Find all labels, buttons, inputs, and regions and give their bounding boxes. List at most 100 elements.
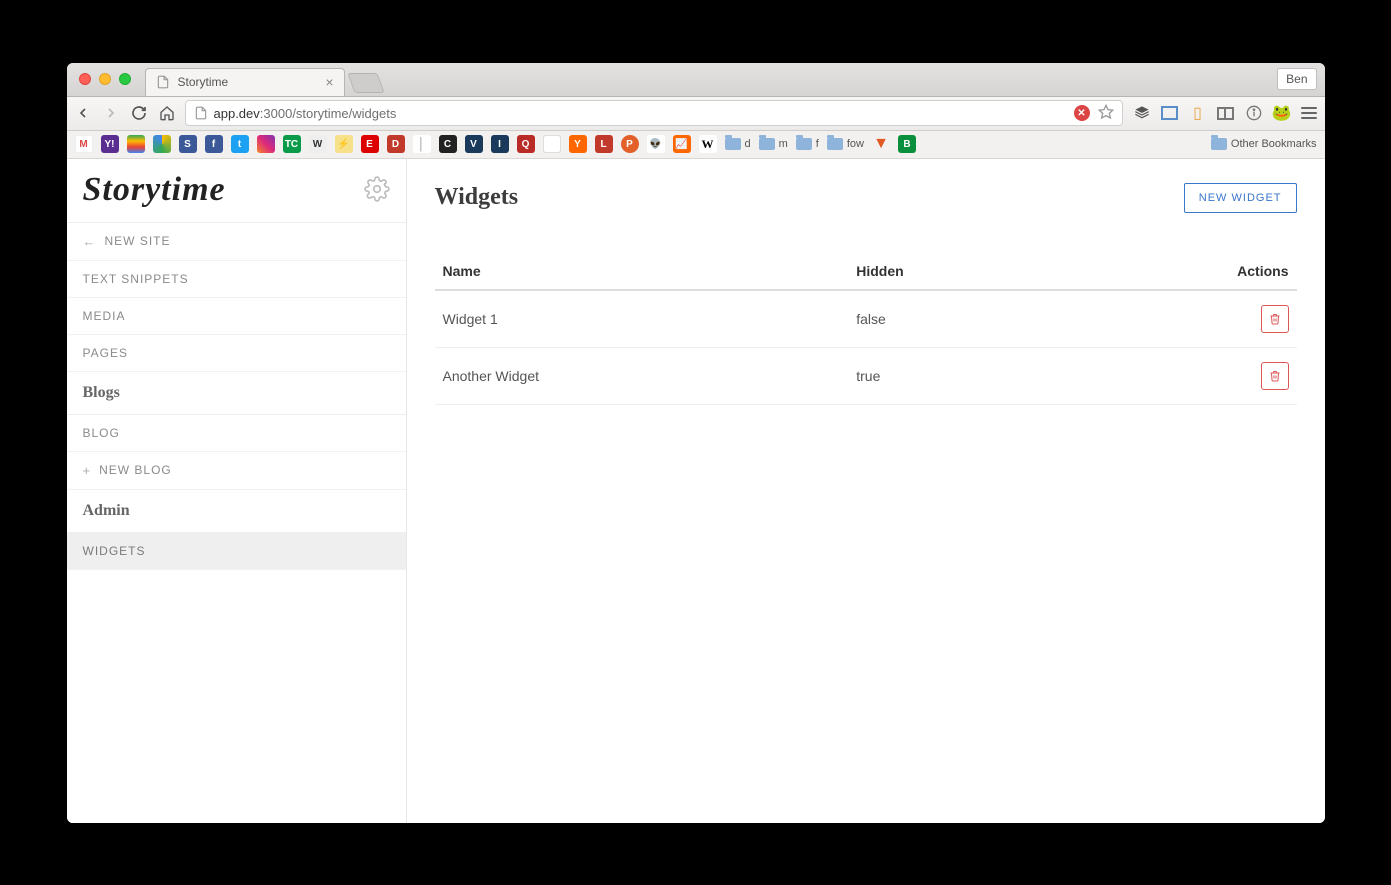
bookmark-d-icon[interactable]: D — [387, 135, 405, 153]
bookmark-techcrunch-icon[interactable]: TC — [283, 135, 301, 153]
plus-icon: + — [83, 463, 92, 478]
bookmark-folder-m[interactable]: m — [759, 138, 788, 150]
back-button[interactable] — [75, 105, 91, 121]
toolbar: app.dev:3000/storytime/widgets ✕ ▯ 🐸 — [67, 97, 1325, 131]
bookmark-b-icon[interactable]: B — [898, 135, 916, 153]
browser-tab[interactable]: Storytime × — [145, 68, 345, 96]
bookmark-yahoo-icon[interactable]: Y! — [101, 135, 119, 153]
bookmark-reddit-icon[interactable]: 👽 — [647, 135, 665, 153]
bookmark-down-icon[interactable]: ▼ — [872, 135, 890, 153]
forward-button[interactable] — [103, 105, 119, 121]
bookmark-drive-icon[interactable] — [153, 135, 171, 153]
fullscreen-window-button[interactable] — [119, 73, 131, 85]
sidebar-section-blogs: Blogs — [67, 372, 406, 415]
highlighter-ext-icon[interactable]: ▯ — [1189, 104, 1207, 122]
stop-icon[interactable]: ✕ — [1074, 105, 1090, 121]
new-tab-button[interactable] — [347, 73, 384, 93]
close-tab-button[interactable]: × — [325, 74, 333, 90]
sidebar-item-text-snippets[interactable]: TEXT SNIPPETS — [67, 261, 406, 298]
bookmark-twitter-icon[interactable]: t — [231, 135, 249, 153]
sidebar-item-new-blog[interactable]: + NEW BLOG — [67, 452, 406, 490]
col-actions: Actions — [1193, 253, 1296, 290]
brand-row: Storytime — [67, 159, 406, 223]
home-button[interactable] — [159, 105, 175, 121]
sidebar-item-new-site[interactable]: ← NEW SITE — [67, 223, 406, 261]
other-bookmarks[interactable]: Other Bookmarks — [1211, 138, 1317, 150]
table-row: Widget 1 false — [435, 290, 1297, 348]
bookmark-ycombinator-icon[interactable]: Y — [569, 135, 587, 153]
main-header: Widgets NEW WIDGET — [435, 183, 1297, 213]
minimize-window-button[interactable] — [99, 73, 111, 85]
bookmark-quora-icon[interactable]: Q — [517, 135, 535, 153]
cell-hidden: false — [848, 290, 1193, 348]
bookmark-folder-d[interactable]: d — [725, 138, 751, 150]
window-controls — [79, 73, 131, 85]
bookmark-espn-icon[interactable]: E — [361, 135, 379, 153]
bookmark-w-icon[interactable]: W — [309, 135, 327, 153]
bookmarks-bar: M Y! S f t TC W ⚡ E D │ C V I Q Y L P 👽 … — [67, 131, 1325, 159]
table-row: Another Widget true — [435, 347, 1297, 404]
bookmark-lightning-icon[interactable]: ⚡ — [335, 135, 353, 153]
sidebar-section-admin: Admin — [67, 490, 406, 533]
titlebar: Storytime × Ben — [67, 63, 1325, 97]
close-window-button[interactable] — [79, 73, 91, 85]
arrow-left-icon: ← — [83, 234, 97, 249]
settings-gear-icon[interactable] — [364, 176, 390, 205]
bookmark-gmail-icon[interactable]: M — [75, 135, 93, 153]
bookmark-maps-icon[interactable] — [127, 135, 145, 153]
nav-list: ← NEW SITE TEXT SNIPPETS MEDIA PAGES Blo… — [67, 223, 406, 570]
bookmark-analytics-icon[interactable]: 📈 — [673, 135, 691, 153]
buffer-icon[interactable] — [1133, 104, 1151, 122]
url-path: /storytime/widgets — [292, 106, 396, 121]
widgets-table: Name Hidden Actions Widget 1 false — [435, 253, 1297, 405]
nav-controls — [75, 105, 175, 121]
address-bar[interactable]: app.dev:3000/storytime/widgets ✕ — [185, 100, 1123, 126]
table-header-row: Name Hidden Actions — [435, 253, 1297, 290]
url-port: :3000 — [260, 106, 293, 121]
url-text: app.dev:3000/storytime/widgets — [214, 106, 397, 121]
reload-button[interactable] — [131, 105, 147, 121]
col-hidden: Hidden — [848, 253, 1193, 290]
cell-name[interactable]: Another Widget — [435, 347, 849, 404]
bookmark-divider-icon: │ — [413, 135, 431, 153]
bookmark-v-icon[interactable]: V — [465, 135, 483, 153]
page-icon — [156, 75, 170, 89]
new-widget-button[interactable]: NEW WIDGET — [1184, 183, 1297, 213]
sidebar-item-widgets[interactable]: WIDGETS — [67, 533, 406, 570]
col-name: Name — [435, 253, 849, 290]
bookmark-folder-fow[interactable]: fow — [827, 138, 864, 150]
brand-logo[interactable]: Storytime — [83, 171, 226, 209]
page-icon — [194, 106, 208, 120]
panel-ext-icon[interactable] — [1217, 104, 1235, 122]
bookmark-blank-icon[interactable] — [543, 135, 561, 153]
window-ext-icon[interactable] — [1161, 104, 1179, 122]
star-icon[interactable] — [1098, 104, 1114, 123]
sidebar-item-media[interactable]: MEDIA — [67, 298, 406, 335]
app: Storytime ← NEW SITE TEXT SNIPPETS MEDIA… — [67, 159, 1325, 823]
bookmark-instagram-icon[interactable] — [257, 135, 275, 153]
info-ext-icon[interactable] — [1245, 104, 1263, 122]
sidebar-item-blog[interactable]: BLOG — [67, 415, 406, 452]
profile-badge[interactable]: Ben — [1277, 68, 1316, 90]
bookmark-l-icon[interactable]: L — [595, 135, 613, 153]
sidebar-item-pages[interactable]: PAGES — [67, 335, 406, 372]
delete-button[interactable] — [1261, 362, 1289, 390]
bookmark-facebook-icon[interactable]: f — [205, 135, 223, 153]
cell-name[interactable]: Widget 1 — [435, 290, 849, 348]
trash-icon — [1269, 313, 1281, 325]
url-host: app.dev — [214, 106, 260, 121]
browser-menu-button[interactable] — [1301, 107, 1317, 119]
bookmark-folder-f[interactable]: f — [796, 138, 819, 150]
sidebar: Storytime ← NEW SITE TEXT SNIPPETS MEDIA… — [67, 159, 407, 823]
browser-window: Storytime × Ben app.dev:3000/storytime/w… — [67, 63, 1325, 823]
bookmark-i-icon[interactable]: I — [491, 135, 509, 153]
main: Widgets NEW WIDGET Name Hidden Actions W… — [407, 159, 1325, 823]
tab-title: Storytime — [178, 75, 229, 89]
bookmark-wikipedia-icon[interactable]: W — [699, 135, 717, 153]
bookmark-c-icon[interactable]: C — [439, 135, 457, 153]
bookmark-producthunt-icon[interactable]: P — [621, 135, 639, 153]
cell-hidden: true — [848, 347, 1193, 404]
delete-button[interactable] — [1261, 305, 1289, 333]
owl-ext-icon[interactable]: 🐸 — [1273, 104, 1291, 122]
bookmark-s-icon[interactable]: S — [179, 135, 197, 153]
